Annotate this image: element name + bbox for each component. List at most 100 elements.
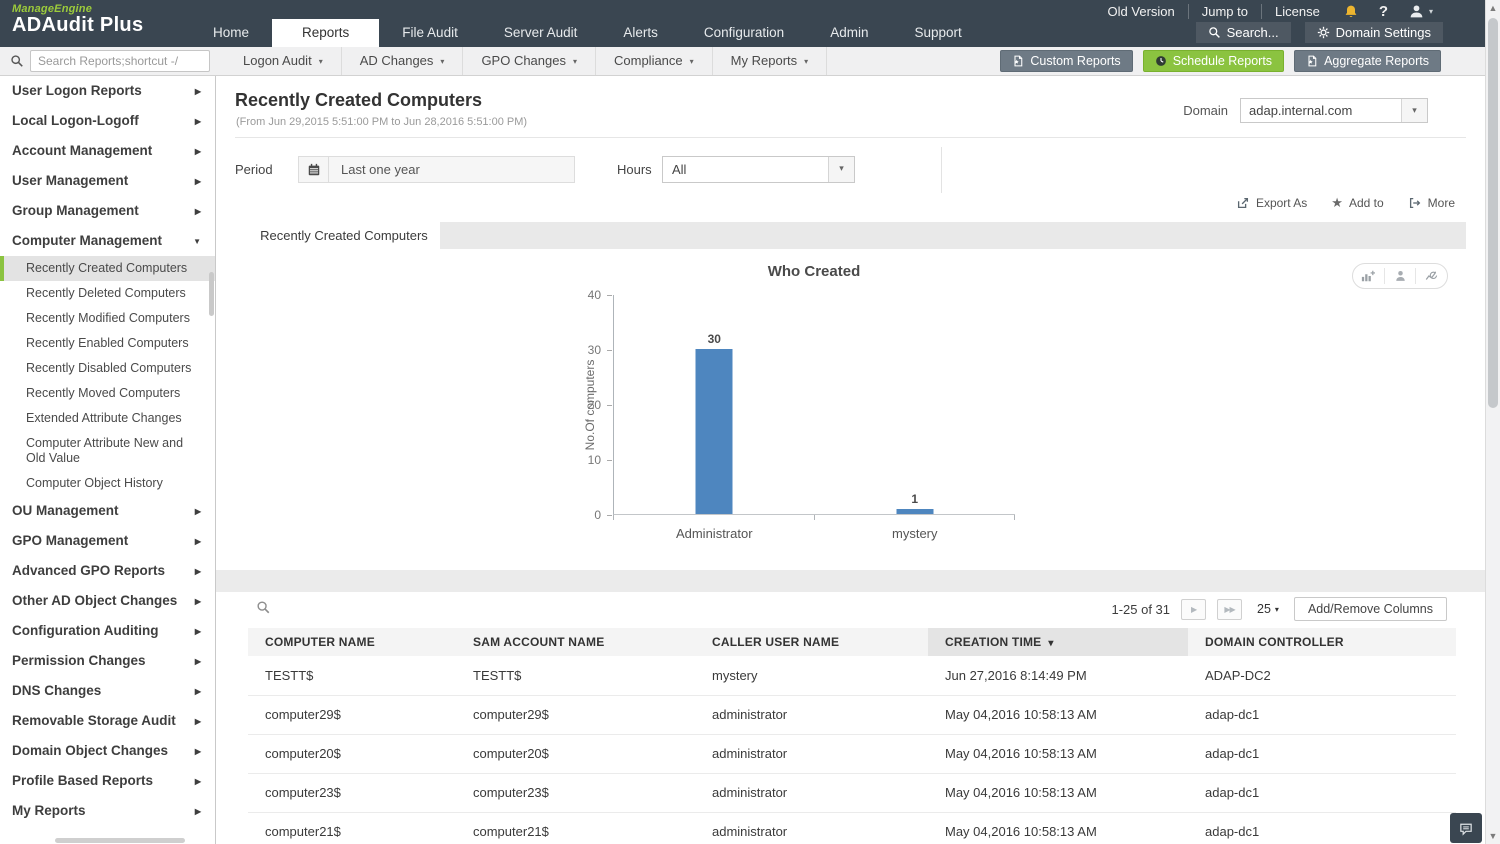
sidebar-item[interactable]: Permission Changes xyxy=(0,646,215,676)
scroll-up-arrow[interactable]: ▲ xyxy=(1486,3,1500,13)
toolbar-action-button[interactable]: Custom Reports xyxy=(1000,50,1133,72)
global-search-button[interactable]: Search... xyxy=(1195,22,1291,43)
sidebar-item[interactable]: Local Logon-Logoff xyxy=(0,106,215,136)
cell-creation-time: Jun 27,2016 8:14:49 PM xyxy=(928,656,1188,696)
chat-widget-button[interactable] xyxy=(1450,813,1482,843)
sidebar-item[interactable]: Recently Created Computers xyxy=(0,256,215,281)
nav-tab[interactable]: Reports xyxy=(272,19,380,47)
nav-tab[interactable]: Configuration xyxy=(681,19,807,47)
header-link[interactable]: Old Version xyxy=(1095,4,1189,19)
toolbar-action-button[interactable]: Schedule Reports xyxy=(1142,50,1285,72)
sidebar-scrollbar-thumb[interactable] xyxy=(209,272,214,316)
sidebar-item[interactable]: Computer Object History xyxy=(0,471,215,496)
scroll-down-arrow[interactable]: ▼ xyxy=(1486,831,1500,841)
sidebar-item[interactable]: Group Management xyxy=(0,196,215,226)
page-size-select[interactable]: 25 ▾ xyxy=(1257,602,1279,616)
sidebar-item[interactable]: OU Management xyxy=(0,496,215,526)
col-domain-controller[interactable]: DOMAIN CONTROLLER xyxy=(1188,628,1456,656)
sidebar-item[interactable]: User Management xyxy=(0,166,215,196)
report-action[interactable]: ★ Add to xyxy=(1331,196,1383,210)
sidebar-item-label: Recently Enabled Computers xyxy=(26,336,189,350)
divider xyxy=(941,147,942,193)
report-menu[interactable]: My Reports ▾ xyxy=(713,47,828,75)
report-action[interactable]: ★ More xyxy=(1408,196,1455,210)
report-menu[interactable]: GPO Changes ▾ xyxy=(463,47,596,75)
cell-creation-time: May 04,2016 10:58:13 AM xyxy=(928,695,1188,735)
sidebar-item[interactable]: Computer Attribute New and Old Value xyxy=(0,431,215,471)
sidebar-item[interactable]: GPO Management xyxy=(0,526,215,556)
sidebar-item[interactable]: Profile Based Reports xyxy=(0,766,215,796)
table-row[interactable]: TESTT$ TESTT$ mystery Jun 27,2016 8:14:4… xyxy=(248,656,1456,696)
sidebar-item[interactable]: DNS Changes xyxy=(0,676,215,706)
chevron-down-icon: ▾ xyxy=(1428,7,1433,16)
chart-bar[interactable] xyxy=(695,349,733,514)
table-search-icon[interactable] xyxy=(256,600,271,615)
sidebar-item-label: Group Management xyxy=(12,203,139,218)
col-creation-time[interactable]: CREATION TIME xyxy=(928,628,1188,656)
sidebar-item[interactable]: Computer Management xyxy=(0,226,215,256)
search-reports-input[interactable] xyxy=(30,50,210,72)
col-sam-account-name[interactable]: SAM ACCOUNT NAME xyxy=(456,628,695,656)
nav-tab[interactable]: Home xyxy=(190,19,272,47)
chart-user-icon[interactable] xyxy=(1383,268,1416,284)
table-row[interactable]: computer20$ computer20$ administrator Ma… xyxy=(248,734,1456,774)
user-account-icon[interactable]: ▾ xyxy=(1398,3,1443,20)
chart-refresh-icon[interactable] xyxy=(1415,268,1447,284)
help-icon[interactable]: ? xyxy=(1369,3,1398,20)
header-link[interactable]: Jump to xyxy=(1189,4,1262,19)
table-row[interactable]: computer23$ computer23$ administrator Ma… xyxy=(248,773,1456,813)
domain-select[interactable]: adap.internal.com ▾ xyxy=(1240,98,1428,123)
chart-tools xyxy=(1352,263,1448,289)
sidebar-item[interactable]: Extended Attribute Changes xyxy=(0,406,215,431)
toolbar-action-button[interactable]: Aggregate Reports xyxy=(1294,50,1441,72)
nav-tab[interactable]: File Audit xyxy=(379,19,481,47)
header-link[interactable]: License xyxy=(1262,4,1333,19)
table-row[interactable]: computer21$ computer21$ administrator Ma… xyxy=(248,812,1456,844)
nav-tab[interactable]: Alerts xyxy=(600,19,681,47)
chevron-icon xyxy=(195,203,201,219)
table-row[interactable]: computer29$ computer29$ administrator Ma… xyxy=(248,695,1456,735)
hours-select[interactable]: All ▾ xyxy=(662,156,855,183)
last-page-button[interactable]: ▶▶ xyxy=(1217,598,1243,620)
sidebar-item[interactable]: Removable Storage Audit xyxy=(0,706,215,736)
chart-bar[interactable] xyxy=(896,508,934,514)
nav-tab[interactable]: Server Audit xyxy=(481,19,601,47)
nav-tab[interactable]: Admin xyxy=(807,19,891,47)
scrollbar-thumb[interactable] xyxy=(1488,18,1498,408)
report-menu[interactable]: Logon Audit ▾ xyxy=(225,47,342,75)
col-computer-name[interactable]: COMPUTER NAME xyxy=(248,628,456,656)
sidebar-item[interactable]: Recently Enabled Computers xyxy=(0,331,215,356)
sidebar-item[interactable]: Recently Deleted Computers xyxy=(0,281,215,306)
sidebar-item-label: Permission Changes xyxy=(12,653,146,668)
notifications-bell-icon[interactable] xyxy=(1333,4,1369,20)
sidebar-item-label: User Management xyxy=(12,173,129,188)
page-scrollbar[interactable]: ▲ ▼ xyxy=(1485,0,1500,844)
sidebar-item-label: Recently Created Computers xyxy=(26,261,188,275)
nav-tab[interactable]: Support xyxy=(891,19,984,47)
next-page-button[interactable]: ▶ xyxy=(1181,598,1207,620)
tab-recently-created-computers[interactable]: Recently Created Computers xyxy=(248,222,440,249)
sidebar-item[interactable]: Advanced GPO Reports xyxy=(0,556,215,586)
sidebar-item[interactable]: Domain Object Changes xyxy=(0,736,215,766)
add-remove-columns-button[interactable]: Add/Remove Columns xyxy=(1293,597,1447,621)
chart-type-add-icon[interactable] xyxy=(1353,268,1384,284)
report-menu[interactable]: Compliance ▾ xyxy=(596,47,713,75)
sidebar-item-label: GPO Management xyxy=(12,533,129,548)
period-picker[interactable]: Last one year xyxy=(298,156,575,183)
sidebar-item[interactable]: Recently Disabled Computers xyxy=(0,356,215,381)
sidebar-item[interactable]: Account Management xyxy=(0,136,215,166)
sidebar-item[interactable]: Recently Modified Computers xyxy=(0,306,215,331)
app-logo[interactable]: ManageEngine ADAudit Plus xyxy=(12,3,143,37)
sidebar-item[interactable]: Recently Moved Computers xyxy=(0,381,215,406)
sidebar-item[interactable]: Configuration Auditing xyxy=(0,616,215,646)
domain-settings-button[interactable]: Domain Settings xyxy=(1304,22,1443,43)
sidebar-hscrollbar-thumb[interactable] xyxy=(55,838,185,843)
report-category-menus: Logon Audit ▾ AD Changes ▾ GPO Changes ▾ Co… xyxy=(225,47,828,75)
sidebar-item[interactable]: Other AD Object Changes xyxy=(0,586,215,616)
report-menu[interactable]: AD Changes ▾ xyxy=(342,47,464,75)
report-action[interactable]: ★ Export As xyxy=(1236,196,1307,210)
sidebar-item[interactable]: User Logon Reports xyxy=(0,76,215,106)
col-caller-user-name[interactable]: CALLER USER NAME xyxy=(695,628,928,656)
sidebar-item[interactable]: My Reports xyxy=(0,796,215,826)
y-tick-label: 30 xyxy=(569,343,613,357)
